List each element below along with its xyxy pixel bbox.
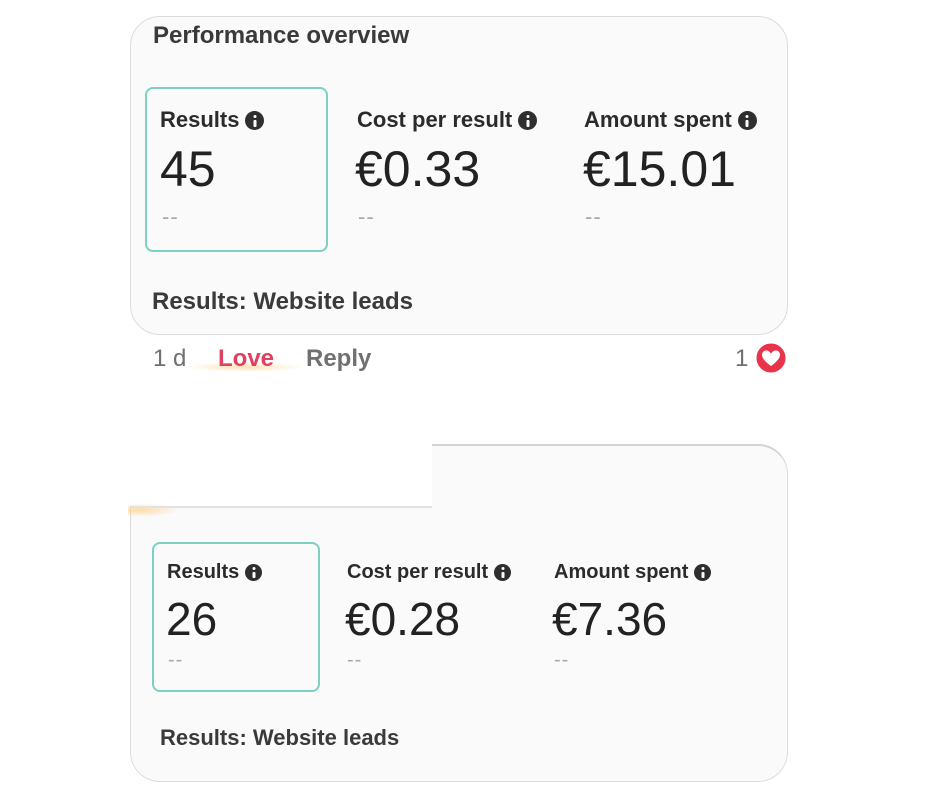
metric-label: Results bbox=[160, 107, 240, 132]
results-type-label: Results: Website leads bbox=[152, 288, 413, 315]
metric-comparison: -- bbox=[585, 204, 602, 229]
info-icon[interactable] bbox=[245, 564, 263, 581]
info-icon[interactable] bbox=[518, 110, 538, 130]
heart-reaction-icon[interactable] bbox=[754, 341, 788, 375]
metric-value: €7.36 bbox=[552, 593, 668, 645]
metric-value: €0.28 bbox=[345, 593, 461, 645]
metric-comparison: -- bbox=[162, 204, 179, 229]
metric-comparison: -- bbox=[168, 649, 184, 671]
edge-line bbox=[130, 506, 432, 508]
info-icon[interactable] bbox=[694, 564, 712, 581]
reaction-count[interactable]: 1 bbox=[735, 345, 748, 373]
info-icon[interactable] bbox=[245, 110, 265, 130]
info-icon[interactable] bbox=[737, 110, 757, 130]
card-title: Performance overview bbox=[153, 22, 410, 49]
metric-label: Cost per result bbox=[357, 107, 513, 132]
metric-comparison: -- bbox=[554, 649, 570, 671]
metric-value: 26 bbox=[166, 593, 218, 645]
metric-value: 45 bbox=[160, 141, 216, 197]
metric-value: €0.33 bbox=[355, 141, 481, 197]
reply-button[interactable]: Reply bbox=[306, 345, 371, 373]
love-button[interactable]: Love bbox=[218, 345, 274, 373]
metric-comparison: -- bbox=[347, 649, 363, 671]
image-cutout bbox=[120, 380, 432, 506]
metric-label: Results bbox=[167, 561, 240, 583]
metric-label: Cost per result bbox=[347, 561, 489, 583]
metric-comparison: -- bbox=[358, 204, 375, 229]
comment-timestamp: 1 d bbox=[153, 345, 187, 372]
metric-value: €15.01 bbox=[583, 141, 736, 197]
results-type-label: Results: Website leads bbox=[160, 725, 400, 750]
info-icon[interactable] bbox=[494, 564, 512, 581]
metric-label: Amount spent bbox=[584, 107, 732, 132]
metric-label: Amount spent bbox=[554, 561, 689, 583]
